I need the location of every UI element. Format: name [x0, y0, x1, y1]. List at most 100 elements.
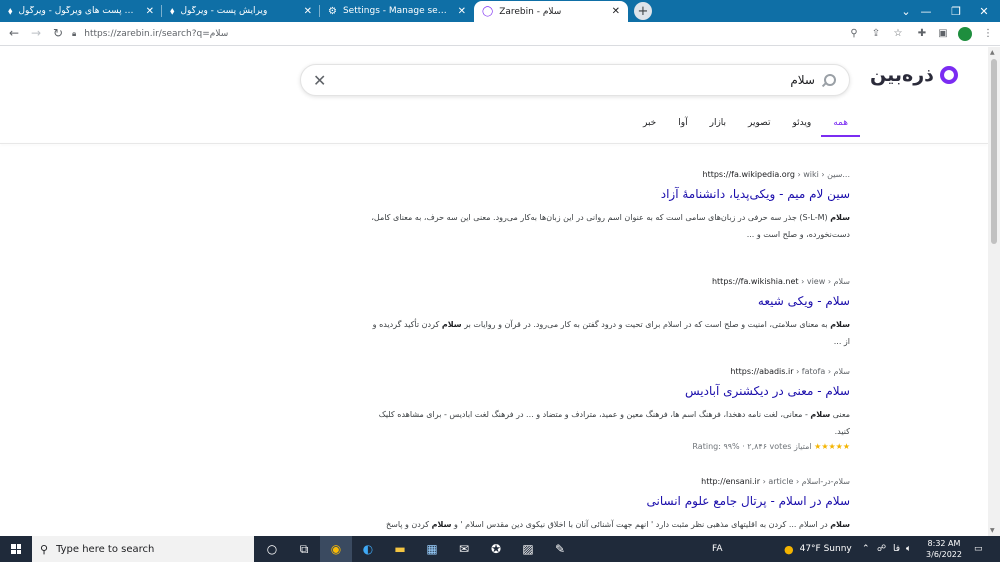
- store-icon[interactable]: ▦: [416, 536, 448, 562]
- result-title-link[interactable]: سین لام میم - ویکی‌پدیا، دانشنامهٔ آزاد: [370, 187, 850, 201]
- result-title-link[interactable]: سلام در اسلام - پرتال جامع علوم انسانی: [370, 494, 851, 508]
- tab-title: Settings - Manage search engines: [342, 6, 452, 16]
- search-result: https://fa.wikipedia.org › wiki › سین...…: [370, 170, 850, 243]
- result-title-link[interactable]: سلام - معنی در دیکشنری آبادیس: [370, 384, 850, 398]
- search-result: http://ensani.ir › article › سلام-در-اسل…: [370, 477, 850, 536]
- virgool-icon: ⬧: [170, 5, 175, 17]
- virgool-icon: ⬧: [8, 5, 13, 17]
- result-snippet: سلام به معنای سلامتی، امنیت و صلح است که…: [372, 320, 850, 346]
- close-icon[interactable]: ✕: [612, 6, 620, 17]
- chevron-up-icon[interactable]: ⌃: [862, 536, 870, 562]
- tab-image[interactable]: تصویر: [748, 113, 770, 137]
- weather-widget[interactable]: ● 47°F Sunny: [784, 536, 852, 562]
- star-icon[interactable]: ☆: [890, 25, 906, 41]
- paint-icon[interactable]: ✎: [544, 536, 576, 562]
- logo-text: ذره‌بین: [870, 64, 934, 86]
- divider: [0, 143, 988, 144]
- scroll-down-icon[interactable]: ▼: [990, 527, 995, 534]
- star-rating-icon: ★★★★★: [814, 442, 850, 451]
- browser-tabstrip: ⬧ جدیدترین پست های ویرگول - ویرگول ✕ ⬧ و…: [0, 0, 1000, 22]
- weather-text: 47°F Sunny: [799, 544, 852, 554]
- network-icon[interactable]: ☍: [877, 536, 886, 562]
- extensions-icon[interactable]: ✚: [914, 25, 930, 41]
- menu-dots-icon[interactable]: ⋮: [980, 25, 996, 41]
- result-url[interactable]: http://ensani.ir › article › سلام-در-اسل…: [370, 477, 850, 486]
- sun-icon: ●: [784, 542, 794, 556]
- share-icon[interactable]: ⇪: [868, 25, 884, 41]
- browser-tab[interactable]: ⬧ ویرایش پست - ویرگول ✕: [162, 0, 320, 22]
- photos-icon[interactable]: ▨: [512, 536, 544, 562]
- tab-news[interactable]: خبر: [643, 113, 656, 137]
- windows-icon: [11, 544, 21, 554]
- taskbar-search-placeholder: Type here to search: [56, 543, 155, 555]
- back-button[interactable]: ←: [6, 25, 22, 41]
- zarebin-icon: ◯: [482, 6, 494, 17]
- file-explorer-icon[interactable]: ▬: [384, 536, 416, 562]
- taskbar-search[interactable]: ⚲ Type here to search: [32, 536, 254, 562]
- sidebar-icon[interactable]: ▣: [935, 25, 951, 41]
- result-rating: ★★★★★ امتیاز Rating: ۹۹% · ۲,۸۴۶ votes: [370, 442, 850, 451]
- tab-title: جدیدترین پست های ویرگول - ویرگول: [18, 6, 140, 16]
- edge-icon[interactable]: ◐: [352, 536, 384, 562]
- search-page: ذره‌بین ✕ سلام همه ویدئو تصویر بازار آوا…: [0, 47, 988, 536]
- result-title-link[interactable]: سلام - ویکی شیعه: [370, 294, 850, 308]
- scrollbar-thumb[interactable]: [991, 59, 997, 244]
- scroll-up-icon[interactable]: ▲: [990, 49, 995, 56]
- rating-label: امتیاز: [793, 442, 812, 451]
- zarebin-logo[interactable]: ذره‌بین: [870, 64, 958, 86]
- forward-button[interactable]: →: [28, 25, 44, 41]
- search-result: https://abadis.ir › fatofa › سلام سلام -…: [370, 367, 850, 451]
- tab-audio[interactable]: آوا: [678, 113, 687, 137]
- arrow-left-icon: ←: [8, 26, 20, 40]
- avatar[interactable]: [958, 27, 972, 41]
- gear-icon: ⚙: [328, 5, 337, 17]
- system-clock[interactable]: 8:32 AM 3/6/2022: [918, 538, 970, 560]
- notification-icon[interactable]: ▭: [974, 536, 983, 562]
- clear-icon[interactable]: ✕: [313, 71, 326, 90]
- search-input[interactable]: سلام: [790, 73, 815, 87]
- chrome-icon[interactable]: ◉: [320, 536, 352, 562]
- search-icon: ⚲: [40, 542, 49, 556]
- zoom-icon[interactable]: ⚲: [846, 25, 862, 41]
- tray-language[interactable]: فا: [893, 536, 900, 562]
- window-close-button[interactable]: ✕: [968, 0, 1000, 22]
- reload-icon: ↻: [52, 26, 64, 40]
- result-snippet: سلام (S-L-M) جذر سه حرفی در زبان‌های سام…: [371, 213, 850, 239]
- tab-all[interactable]: همه: [821, 113, 860, 137]
- browser-tab-active[interactable]: ◯ Zarebin - سلام ✕: [474, 1, 628, 22]
- volume-icon[interactable]: 🔈︎: [906, 536, 911, 562]
- address-bar[interactable]: 🔒︎ https://zarebin.ir/search?q=سلام: [72, 25, 832, 43]
- search-result: https://fa.wikishia.net › view › سلام سل…: [370, 277, 850, 350]
- tab-market[interactable]: بازار: [710, 113, 726, 137]
- search-icon[interactable]: [824, 74, 836, 86]
- close-icon[interactable]: ✕: [458, 6, 466, 17]
- vertical-scrollbar[interactable]: ▲ ▼: [988, 47, 1000, 536]
- arrow-right-icon: →: [30, 26, 42, 40]
- browser-tab[interactable]: ⬧ جدیدترین پست های ویرگول - ویرگول ✕: [0, 0, 162, 22]
- result-url[interactable]: https://fa.wikipedia.org › wiki › سین...: [370, 170, 851, 179]
- minimize-button[interactable]: —: [910, 0, 942, 22]
- new-tab-button[interactable]: +: [634, 2, 652, 20]
- task-view-icon[interactable]: ⧉: [288, 536, 320, 562]
- tab-title: Zarebin - سلام: [499, 6, 562, 17]
- plus-icon: +: [637, 3, 649, 19]
- start-button[interactable]: [0, 536, 32, 562]
- search-box[interactable]: ✕ سلام: [300, 64, 850, 96]
- close-icon[interactable]: ✕: [146, 6, 154, 17]
- result-snippet: سلام در اسلام ... کردن به اقلیتهای مذهبی…: [385, 520, 850, 529]
- cortana-icon[interactable]: ○: [256, 536, 288, 562]
- url-text: https://zarebin.ir/search?q=سلام: [84, 29, 229, 39]
- mail-icon[interactable]: ✉: [448, 536, 480, 562]
- reload-button[interactable]: ↻: [50, 25, 66, 41]
- close-icon[interactable]: ✕: [304, 6, 312, 17]
- keyboard-language[interactable]: FA: [712, 536, 723, 562]
- tab-video[interactable]: ویدئو: [792, 113, 811, 137]
- result-url[interactable]: https://abadis.ir › fatofa › سلام: [370, 367, 850, 376]
- clock-date: 3/6/2022: [926, 550, 962, 559]
- result-url[interactable]: https://fa.wikishia.net › view › سلام: [370, 277, 850, 286]
- app-icon[interactable]: ✪: [480, 536, 512, 562]
- browser-tab[interactable]: ⚙ Settings - Manage search engines ✕: [320, 0, 474, 22]
- browser-toolbar: ← → ↻ 🔒︎ https://zarebin.ir/search?q=سلا…: [0, 22, 1000, 46]
- result-snippet: معنی سلام - معانی، لغت نامه دهخدا، فرهنگ…: [378, 410, 850, 436]
- windows-taskbar: ⚲ Type here to search ○ ⧉ ◉ ◐ ▬ ▦ ✉ ✪ ▨ …: [0, 536, 1000, 562]
